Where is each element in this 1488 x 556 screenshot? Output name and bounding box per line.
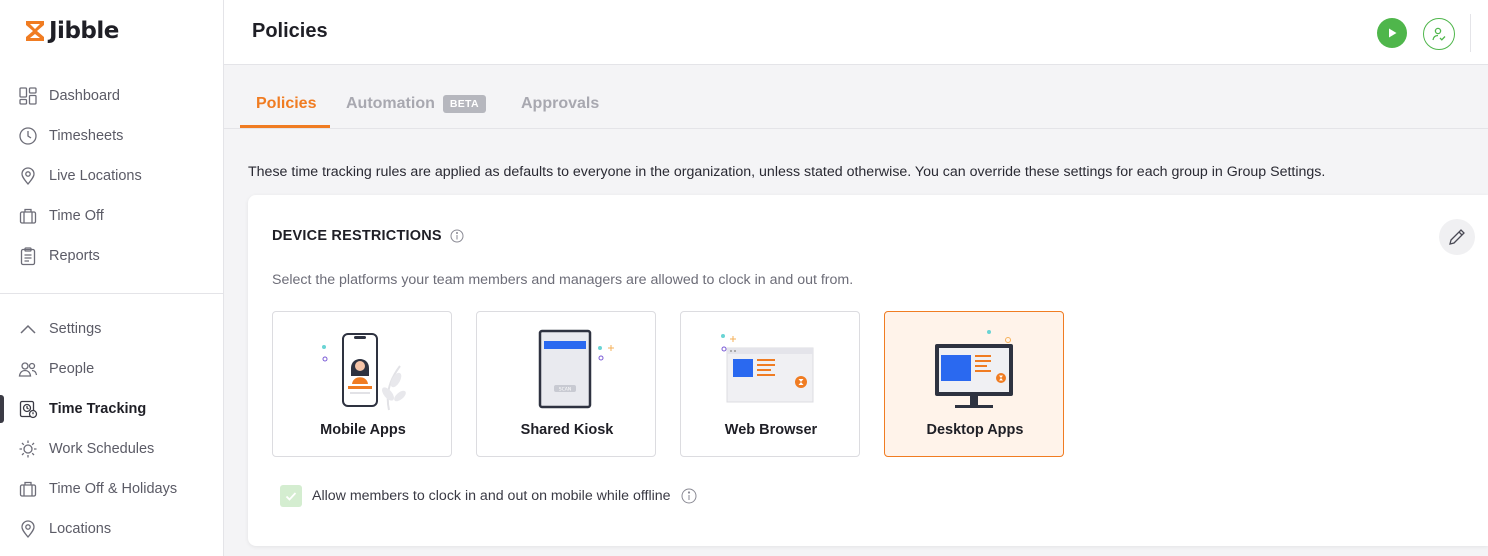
kiosk-tablet-illustration: SCAN (538, 329, 614, 409)
sidebar-item-live-locations[interactable]: Live Locations (0, 156, 223, 196)
user-profile-button[interactable] (1423, 18, 1455, 50)
sidebar-item-label: Reports (49, 248, 100, 264)
sidebar-item-label: Time Off & Holidays (49, 481, 178, 497)
suitcase-icon (19, 208, 37, 224)
topbar-separator (1470, 14, 1471, 52)
work-schedule-icon (19, 440, 37, 458)
section-title: DEVICE RESTRICTIONS (272, 228, 464, 244)
tab-label: Approvals (521, 95, 600, 112)
sidebar-item-label: Timesheets (49, 128, 124, 144)
option-label: Web Browser (724, 422, 818, 438)
hourglass-logo-icon (26, 21, 44, 41)
sidebar-item-time-off[interactable]: Time Off (0, 196, 223, 236)
intro-text: These time tracking rules are applied as… (248, 164, 1326, 180)
sidebar-item-label: Settings (49, 321, 102, 337)
clock-in-play-button[interactable] (1377, 18, 1407, 48)
offline-checkbox-label: Allow members to clock in and out on mob… (312, 488, 671, 504)
tab-policies[interactable]: Policies (256, 95, 316, 113)
app-name: Jibble (49, 18, 119, 44)
clipboard-icon (20, 247, 36, 266)
user-check-icon (1432, 27, 1446, 41)
scan-text: SCAN (559, 387, 571, 393)
policy-tabs: Policies Automation BETA Approvals (224, 65, 1488, 129)
edit-button[interactable] (1439, 219, 1475, 255)
sidebar-item-label: Dashboard (49, 88, 120, 104)
sidebar-item-people[interactable]: People (0, 349, 223, 389)
time-tracking-icon (19, 400, 38, 419)
suitcase-icon (19, 481, 37, 497)
tab-label: Policies (256, 95, 317, 112)
option-desktop-apps[interactable]: Desktop Apps (884, 311, 1064, 457)
beta-badge: BETA (442, 95, 486, 113)
sidebar-item-label: Locations (49, 521, 112, 537)
option-label: Desktop Apps (926, 422, 1024, 438)
sidebar-item-label: Live Locations (49, 168, 142, 184)
section-title-text: DEVICE RESTRICTIONS (272, 228, 442, 244)
sidebar-item-timesheets[interactable]: Timesheets (0, 116, 223, 156)
sidebar-item-settings[interactable]: Settings (0, 309, 223, 349)
option-web-browser[interactable]: Web Browser (680, 311, 860, 457)
sidebar-item-work-schedules[interactable]: Work Schedules (0, 429, 223, 469)
mobile-phone-illustration (322, 333, 406, 411)
section-subtitle: Select the platforms your team members a… (272, 272, 854, 288)
web-browser-illustration (721, 334, 814, 403)
option-mobile-apps[interactable]: Mobile Apps (272, 311, 452, 457)
sidebar-divider (0, 293, 223, 294)
checkmark-icon (285, 492, 297, 501)
sidebar-item-dashboard[interactable]: Dashboard (0, 76, 223, 116)
info-icon[interactable] (450, 229, 464, 243)
sidebar: Jibble Dashboard Timesheets Live Locatio… (0, 0, 224, 556)
sidebar-item-time-off-holidays[interactable]: Time Off & Holidays (0, 469, 223, 509)
active-tab-indicator (240, 125, 330, 128)
location-pin-icon (21, 520, 35, 539)
option-shared-kiosk[interactable]: SCAN Shared Kiosk (476, 311, 656, 457)
offline-clock-in-setting: Allow members to clock in and out on mob… (280, 485, 697, 507)
tab-approvals[interactable]: Approvals (521, 95, 599, 113)
sidebar-item-time-tracking[interactable]: Time Tracking (0, 389, 223, 429)
option-label: Shared Kiosk (520, 422, 614, 438)
people-icon (18, 362, 38, 377)
dashboard-icon (19, 87, 37, 105)
top-bar: Policies (224, 0, 1488, 65)
jibble-logo[interactable]: Jibble (24, 18, 119, 44)
sidebar-item-locations[interactable]: Locations (0, 509, 223, 549)
device-restrictions-card: DEVICE RESTRICTIONS Select the platforms… (248, 195, 1488, 546)
chevron-up-icon (20, 324, 36, 334)
play-icon (1389, 28, 1397, 38)
clock-icon (19, 127, 37, 145)
sidebar-item-label: Time Tracking (49, 401, 147, 417)
tab-automation[interactable]: Automation BETA (346, 95, 486, 113)
location-pin-icon (21, 167, 35, 186)
page-title: Policies (252, 20, 328, 42)
sidebar-item-reports[interactable]: Reports (0, 236, 223, 276)
sidebar-item-label: Work Schedules (49, 441, 155, 457)
tab-label: Automation (346, 95, 435, 112)
desktop-monitor-illustration (935, 330, 1013, 408)
sidebar-item-label: Time Off (49, 208, 104, 224)
option-label: Mobile Apps (320, 422, 406, 438)
pencil-icon (1449, 229, 1465, 245)
info-icon[interactable] (681, 488, 697, 504)
sidebar-item-label: People (49, 361, 95, 377)
offline-checkbox[interactable] (280, 485, 302, 507)
